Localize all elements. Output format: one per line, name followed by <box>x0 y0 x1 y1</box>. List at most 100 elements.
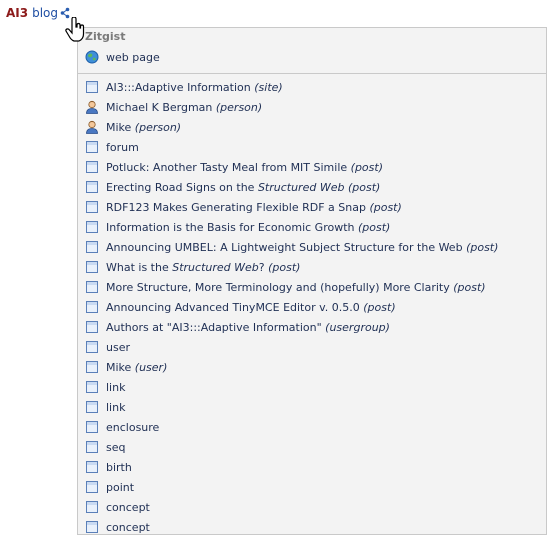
document-icon <box>86 401 98 413</box>
person-icon <box>86 100 98 114</box>
document-icon <box>86 421 98 433</box>
document-icon <box>86 341 98 353</box>
list-item[interactable]: What is the Structured Web? (post) <box>85 257 300 277</box>
item-label: What is the Structured Web? <box>106 261 265 274</box>
item-label: AI3:::Adaptive Information <box>106 81 251 94</box>
document-icon <box>86 221 98 233</box>
item-type: (post) <box>363 300 396 314</box>
item-type: (post) <box>347 180 381 194</box>
list-item[interactable]: seq <box>85 437 125 457</box>
item-title: Information is the Basis for Economic Gr… <box>106 220 355 234</box>
item-title: Michael K Bergman <box>106 100 213 114</box>
menu-divider <box>78 73 546 74</box>
item-title: link <box>106 380 126 394</box>
item-title: RDF123 Makes Generating Flexible RDF a S… <box>106 200 366 214</box>
web-page-link[interactable]: web page <box>85 47 160 67</box>
item-title: What is the <box>106 260 173 274</box>
list-item[interactable]: enclosure <box>85 417 159 437</box>
list-item[interactable]: Information is the Basis for Economic Gr… <box>85 217 390 237</box>
item-title: seq <box>106 440 126 454</box>
item-title: concept <box>106 500 150 514</box>
item-title: More Structure, More Terminology and (ho… <box>106 280 450 294</box>
hand-cursor-icon <box>65 17 85 42</box>
list-item[interactable]: birth <box>85 457 132 477</box>
item-title: enclosure <box>106 420 160 434</box>
item-type: (post) <box>268 260 301 274</box>
page-header: AI3 blog <box>6 5 70 21</box>
item-type: (person) <box>134 120 182 134</box>
item-label: Potluck: Another Tasty Meal from MIT Sim… <box>106 161 347 174</box>
list-item[interactable]: Mike (user) <box>85 357 167 377</box>
document-icon <box>86 481 98 493</box>
web-page-label: web page <box>106 50 160 64</box>
document-icon <box>86 141 98 153</box>
item-title: point <box>106 480 135 494</box>
list-item[interactable]: forum <box>85 137 139 157</box>
item-title: AI3:::Adaptive Information <box>106 80 251 94</box>
list-item[interactable]: Announcing Advanced TinyMCE Editor v. 0.… <box>85 297 396 317</box>
item-title: Announcing Advanced TinyMCE Editor v. 0.… <box>106 300 360 314</box>
item-title: Announcing UMBEL: A Lightweight Subject … <box>106 240 463 254</box>
item-label: point <box>106 481 134 494</box>
item-title: Authors at "AI3:::Adaptive Information" <box>106 320 322 334</box>
document-icon <box>86 181 98 193</box>
document-icon <box>86 281 98 293</box>
item-label: user <box>106 341 130 354</box>
item-type: (person) <box>215 100 263 114</box>
item-label: Announcing Advanced TinyMCE Editor v. 0.… <box>106 301 360 314</box>
item-title: link <box>106 400 126 414</box>
item-label: link <box>106 401 125 414</box>
item-label: forum <box>106 141 139 154</box>
list-item[interactable]: link <box>85 397 125 417</box>
item-title: concept <box>106 520 150 534</box>
document-icon <box>86 161 98 173</box>
item-type: (post) <box>350 160 383 174</box>
item-type: (post) <box>358 220 391 234</box>
item-title-emphasis: Structured Web <box>257 180 345 194</box>
item-label: Michael K Bergman <box>106 101 212 114</box>
list-item[interactable]: AI3:::Adaptive Information (site) <box>85 77 283 97</box>
item-title: forum <box>106 140 139 154</box>
list-item[interactable]: RDF123 Makes Generating Flexible RDF a S… <box>85 197 402 217</box>
list-item[interactable]: point <box>85 477 134 497</box>
blog-link[interactable]: blog <box>32 6 58 20</box>
list-item[interactable]: Erecting Road Signs on the Structured We… <box>85 177 380 197</box>
person-icon <box>86 120 98 134</box>
document-icon <box>86 261 98 273</box>
menu-title: Zitgist <box>85 30 126 43</box>
document-icon <box>86 201 98 213</box>
list-item[interactable]: concept <box>85 517 150 537</box>
item-label: Mike <box>106 121 131 134</box>
list-item[interactable]: More Structure, More Terminology and (ho… <box>85 277 486 297</box>
item-title: user <box>106 340 130 354</box>
document-icon <box>86 381 98 393</box>
list-item[interactable]: concept <box>85 497 150 517</box>
item-title: Mike <box>106 120 132 134</box>
list-item[interactable]: Announcing UMBEL: A Lightweight Subject … <box>85 237 498 257</box>
document-icon <box>86 301 98 313</box>
item-type: (post) <box>369 200 402 214</box>
item-type: (user) <box>134 360 168 374</box>
item-type: (post) <box>466 240 499 254</box>
list-item[interactable]: Potluck: Another Tasty Meal from MIT Sim… <box>85 157 383 177</box>
globe-icon <box>85 50 99 64</box>
document-icon <box>86 521 98 533</box>
document-icon <box>86 361 98 373</box>
item-title-suffix: ? <box>258 260 265 274</box>
item-label: concept <box>106 501 150 514</box>
list-item[interactable]: user <box>85 337 130 357</box>
list-item[interactable]: Michael K Bergman (person) <box>85 97 262 117</box>
item-title: Mike <box>106 360 132 374</box>
list-item[interactable]: Authors at "AI3:::Adaptive Information" … <box>85 317 390 337</box>
list-item[interactable]: Mike (person) <box>85 117 181 137</box>
list-item[interactable]: link <box>85 377 125 397</box>
document-icon <box>86 461 98 473</box>
item-label: Erecting Road Signs on the Structured We… <box>106 181 344 194</box>
brand-label: AI3 <box>6 6 29 20</box>
item-label: seq <box>106 441 125 454</box>
item-title-emphasis: Structured Web <box>172 260 259 274</box>
item-label: RDF123 Makes Generating Flexible RDF a S… <box>106 201 366 214</box>
item-type: (usergroup) <box>325 320 390 334</box>
document-icon <box>86 241 98 253</box>
item-label: Mike <box>106 361 131 374</box>
